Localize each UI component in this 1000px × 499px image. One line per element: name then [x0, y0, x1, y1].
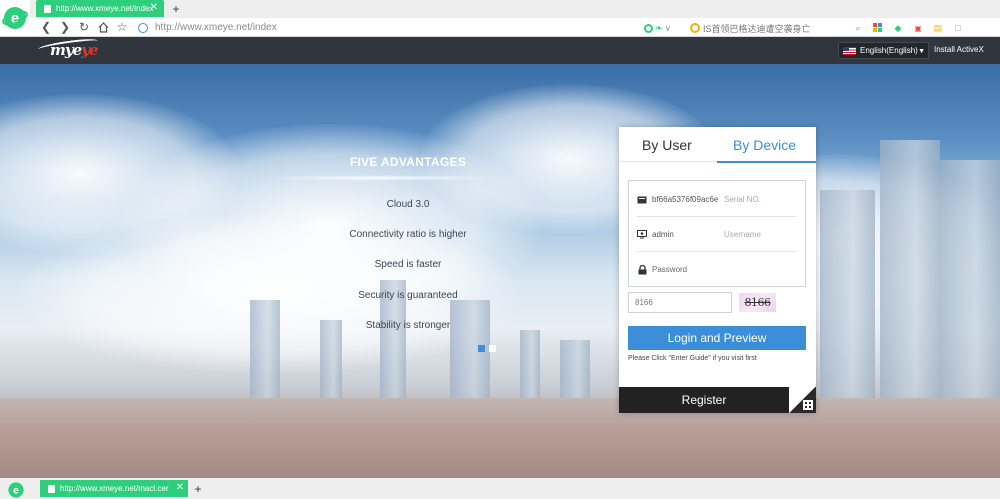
language-label: English(English): [860, 46, 918, 55]
reload-icon[interactable]: ↻: [76, 19, 92, 35]
dropdown-chevron-icon[interactable]: ∨: [665, 23, 672, 34]
advantages-underline: [278, 175, 508, 181]
caret-down-icon: ▼: [918, 48, 925, 55]
browser-logo-small-icon[interactable]: e: [4, 480, 28, 499]
browser-tool-icons: ⌕ ◆ ▣ ▤ □: [851, 21, 965, 35]
bookmark-icon[interactable]: ▤: [931, 22, 945, 34]
browser-tab-active[interactable]: http://www.xmeye.net/index ✕: [36, 0, 164, 17]
ground: [0, 398, 1000, 478]
monitor-icon: [637, 230, 647, 239]
tab-divider: [619, 161, 816, 163]
new-tab-button[interactable]: +: [168, 0, 184, 17]
advantage-item: Stability is stronger: [365, 320, 451, 331]
menu-icon[interactable]: □: [951, 22, 965, 34]
qr-code-icon: [803, 400, 813, 410]
advantage-item: Security is guaranteed: [358, 290, 458, 301]
tab-title: http://www.xmeye.net/index: [56, 4, 154, 13]
login-and-preview-button[interactable]: Login and Preview: [628, 326, 806, 350]
slide-dot-active[interactable]: [478, 345, 485, 352]
register-button[interactable]: Register: [619, 387, 789, 413]
advantages-title: FIVE ADVANTAGES: [349, 155, 467, 169]
password-placeholder: Password: [652, 265, 688, 274]
tab-by-user[interactable]: By User: [642, 137, 692, 153]
xmeye-logo[interactable]: myeye: [30, 36, 98, 61]
new-tab-button[interactable]: +: [190, 480, 206, 497]
browser-tab-strip: http://www.xmeye.net/index ✕ +: [0, 0, 1000, 18]
address-bar[interactable]: http://www.xmeye.net/index: [138, 20, 668, 35]
password-field[interactable]: Password: [637, 252, 797, 287]
translate-icon[interactable]: ▣: [911, 22, 925, 34]
page-favicon-icon: [44, 4, 51, 13]
favorite-star-icon[interactable]: ☆: [114, 19, 130, 35]
news-icon: [690, 23, 700, 33]
language-select[interactable]: English(English) ▼: [838, 42, 929, 59]
security-check-icon[interactable]: [644, 23, 653, 33]
address-actions: ❧ ∨: [644, 21, 671, 35]
tab-close-icon[interactable]: ✕: [150, 2, 158, 13]
shield-icon[interactable]: ◆: [891, 22, 905, 34]
tab-by-device[interactable]: By Device: [733, 137, 796, 153]
bottom-tab-title: http://www.xmeye.net/macl.cer: [60, 484, 169, 493]
device-login-form: bf66a5376f09ac6e Serial NO. admin Userna…: [628, 180, 806, 287]
captcha-input[interactable]: 8166: [628, 292, 732, 313]
back-icon[interactable]: ❮: [38, 19, 54, 35]
download-tab[interactable]: http://www.xmeye.net/macl.cer ✕: [40, 480, 188, 497]
svg-text:e: e: [13, 485, 19, 496]
serial-value: bf66a5376f09ac6e: [652, 195, 719, 204]
serial-placeholder: Serial NO.: [724, 195, 761, 204]
qr-code-corner[interactable]: [789, 387, 816, 413]
serial-card-icon: [637, 195, 647, 204]
browser-toolbar: ❮ ❯ ↻ ☆ http://www.xmeye.net/index ❧ ∨ I…: [0, 18, 1000, 37]
serial-field[interactable]: bf66a5376f09ac6e Serial NO.: [637, 182, 797, 217]
home-icon[interactable]: [95, 19, 111, 35]
news-ticker[interactable]: IS首领巴格达迪遭空袭身亡: [690, 21, 850, 35]
browser-logo-icon[interactable]: e: [0, 0, 30, 36]
tab-close-icon[interactable]: ✕: [176, 482, 184, 493]
enter-guide-hint: Please Click "Enter Guide" if you visit …: [628, 355, 757, 362]
page-favicon-icon: [48, 484, 55, 493]
us-flag-icon: [843, 46, 856, 55]
address-text: http://www.xmeye.net/index: [155, 22, 277, 33]
install-activex-link[interactable]: Install ActiveX: [934, 45, 984, 54]
search-icon[interactable]: ⌕: [851, 22, 865, 34]
forward-icon[interactable]: ❯: [57, 19, 73, 35]
advantage-item: Connectivity ratio is higher: [349, 229, 467, 240]
lock-icon: [637, 264, 647, 274]
username-value: admin: [652, 230, 674, 239]
site-info-icon[interactable]: [138, 22, 148, 33]
news-text: IS首领巴格达迪遭空袭身亡: [703, 23, 811, 34]
hero-background: [0, 64, 1000, 478]
apps-grid-icon[interactable]: [871, 22, 885, 34]
username-field[interactable]: admin Username: [637, 217, 797, 252]
leaf-icon[interactable]: ❧: [655, 23, 663, 34]
slide-dot[interactable]: [489, 345, 496, 352]
advantage-item: Cloud 3.0: [386, 199, 430, 210]
login-panel: By User By Device bf66a5376f09ac6e Seria…: [619, 127, 816, 413]
username-placeholder: Username: [724, 230, 761, 239]
captcha-image[interactable]: 8166: [739, 293, 776, 312]
advantage-item: Speed is faster: [374, 259, 442, 270]
